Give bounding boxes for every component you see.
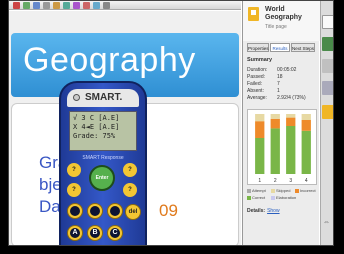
fill-icon[interactable] (93, 2, 100, 9)
key-a-button[interactable]: A (67, 225, 83, 241)
power-icon[interactable] (73, 94, 80, 101)
x-tick-label: 1 (258, 178, 261, 184)
results-chart-svg: 1 2 3 4 (255, 114, 311, 184)
remote-lcd-screen: √ 3 C [A.E] X 4◄E [A.E] Grade: 75% (69, 111, 137, 151)
x-tick-label: 2 (274, 178, 277, 184)
lcd-line: X 4◄E [A.E] (73, 123, 120, 131)
key-c-button[interactable]: C (107, 225, 123, 241)
bar-skipped-2 (270, 114, 280, 119)
key-button[interactable] (67, 203, 83, 219)
bar-incorrect-4 (301, 120, 311, 131)
pen-icon[interactable] (13, 2, 20, 9)
question-button-down[interactable]: ? (123, 183, 137, 197)
remote-label: SMART Response (82, 155, 124, 161)
slide-title: Geography (23, 41, 196, 79)
remote-header: SMART. (67, 89, 139, 107)
bar-skipped-1 (255, 114, 265, 122)
text-icon[interactable] (103, 2, 110, 9)
shape-icon[interactable] (53, 2, 60, 9)
question-button-right[interactable]: ? (123, 163, 137, 177)
summary-row: Duration: 00:05:02 (247, 67, 297, 73)
response-tab-icon[interactable] (322, 105, 333, 119)
summary-heading: Summary (247, 57, 273, 63)
summary-row: Average: 2.92/4 (73%) (247, 95, 306, 101)
legend-item: Correct (247, 195, 265, 200)
bar-correct-1 (255, 138, 265, 174)
legend-item: Elaboration (271, 195, 296, 200)
lcd-line: √ 3 C [A.E] (73, 114, 120, 122)
enter-button[interactable]: Enter (89, 165, 115, 191)
tab-next-steps[interactable]: Next Steps (291, 43, 315, 52)
details-row: Details: Show (247, 208, 280, 214)
bar-correct-2 (270, 128, 280, 174)
line-icon[interactable] (63, 2, 70, 9)
details-show-link[interactable]: Show (267, 208, 280, 214)
properties-panel: World Geography Title page Properties Re… (242, 1, 320, 245)
legend-item: Incorrect (295, 188, 316, 193)
question-button-up[interactable]: ? (67, 163, 81, 177)
legend-item: Skipped (271, 188, 290, 193)
x-tick-label: 4 (305, 178, 308, 184)
properties-tab-icon[interactable] (322, 81, 333, 95)
tab-properties[interactable]: Properties (247, 43, 269, 52)
panel-header: World Geography Title page (243, 1, 320, 41)
eraser-icon[interactable] (83, 2, 90, 9)
question-button-left[interactable]: ? (67, 183, 81, 197)
x-tick-label: 3 (289, 178, 292, 184)
main-toolbar (9, 1, 241, 10)
summary-row: Absent: 1 (247, 88, 280, 94)
summary-row: Passed: 18 (247, 74, 283, 80)
panel-subtitle: Title page (265, 24, 287, 30)
undo-icon[interactable] (43, 2, 50, 9)
key-button[interactable] (87, 203, 103, 219)
summary-row: Failed: 7 (247, 81, 280, 87)
file-icon (248, 7, 259, 21)
bar-correct-3 (286, 126, 296, 174)
bar-skipped-4 (301, 114, 311, 120)
remote-logo: SMART. (85, 92, 123, 103)
response-remote: SMART. √ 3 C [A.E] X 4◄E [A.E] Grade: 75… (59, 81, 147, 245)
bar-incorrect-1 (255, 121, 265, 138)
app-window: Geography Grade bject Dat 09 World Geogr… (8, 0, 334, 246)
highlighter-icon[interactable] (73, 2, 80, 9)
results-chart: 1 2 3 4 (247, 109, 317, 185)
tab-results[interactable]: Results (270, 43, 290, 52)
key-button[interactable] (107, 203, 123, 219)
bar-correct-4 (301, 130, 311, 174)
legend-item: Attempt (247, 188, 266, 193)
gallery-tab-icon[interactable] (322, 37, 333, 51)
page-icon[interactable] (33, 2, 40, 9)
key-b-button[interactable]: B (87, 225, 103, 241)
page-sorter-tab-icon[interactable] (322, 15, 333, 29)
lcd-line: Grade: 75% (73, 132, 116, 140)
bar-incorrect-3 (286, 117, 296, 126)
panel-title: World Geography (265, 6, 302, 21)
collapse-arrows-icon[interactable]: ⇔ (323, 219, 330, 226)
bar-incorrect-2 (270, 118, 280, 129)
side-tabs: ⇔ (320, 1, 333, 245)
bar-skipped-3 (286, 114, 296, 118)
attachments-tab-icon[interactable] (322, 59, 333, 73)
slide-date-value: 09 (159, 201, 178, 220)
delete-button[interactable]: del (125, 204, 141, 220)
select-icon[interactable] (23, 2, 30, 9)
